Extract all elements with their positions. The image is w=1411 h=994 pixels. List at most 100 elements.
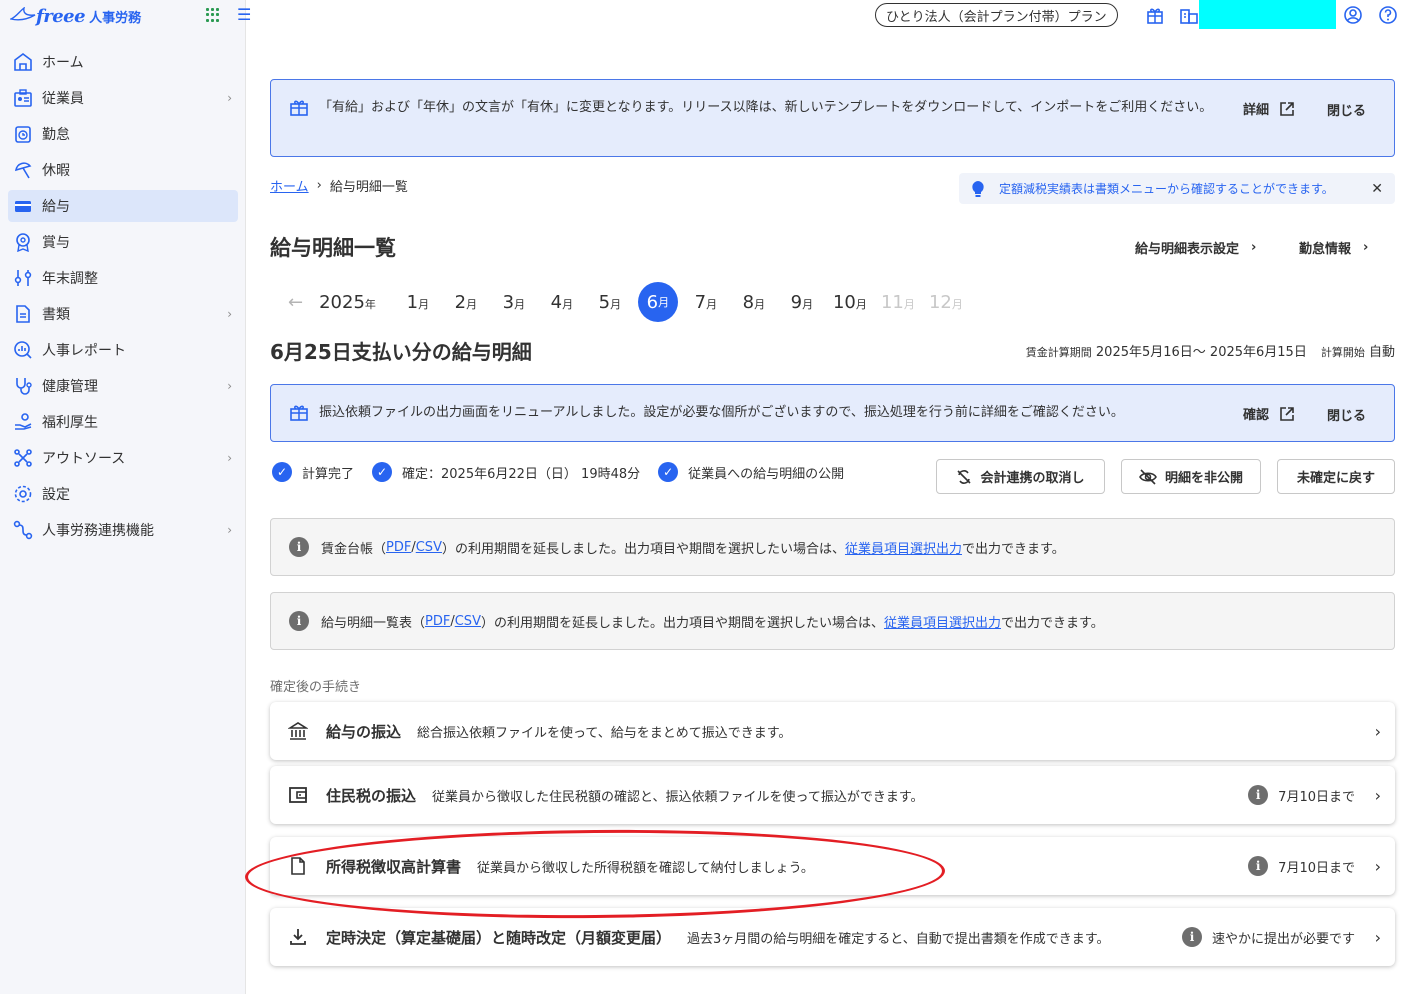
info-icon: i — [289, 537, 309, 557]
pdf-link[interactable]: PDF — [425, 614, 450, 629]
wallet-icon — [288, 785, 308, 805]
bonus-icon — [12, 231, 34, 253]
info-box-payslip-list: i 給与明細一覧表（ PDF / CSV ）の利用期間を延長しました。出力項目や期間を選… — [270, 592, 1395, 650]
banner-confirm-link[interactable]: 確認 — [1243, 404, 1295, 423]
sidebar-nav: ホーム 従業員 › 勤怠 休暇 給与 賞与 年末調整 書類 › 人事レポート 健… — [0, 46, 246, 550]
sidebar-item-label: 健康管理 — [42, 379, 98, 395]
revert-unconfirmed-button[interactable]: 未確定に戻す — [1277, 459, 1395, 494]
month-6-selected[interactable]: 6月 — [637, 282, 678, 322]
sidebar-item-payroll[interactable]: 給与 — [8, 190, 238, 222]
lightbulb-icon — [972, 180, 984, 197]
month-7[interactable]: 7月 — [682, 292, 730, 313]
payslip-title: 6月25日支払い分の給与明細 — [270, 340, 532, 364]
sidebar-item-label: 勤怠 — [42, 127, 70, 143]
banner-close-button[interactable]: 閉じる — [1327, 405, 1366, 424]
card-title: 所得税徴収高計算書 — [326, 857, 462, 876]
sidebar-item-label: 給与 — [42, 199, 70, 215]
attendance-info-link[interactable]: 勤怠情報 › — [1299, 238, 1368, 257]
gift-icon[interactable] — [1145, 5, 1165, 25]
sidebar-item-label: 福利厚生 — [42, 415, 98, 431]
card-salary-transfer[interactable]: 給与の振込 総合振込依頼ファイルを使って、給与をまとめて振込できます。 › — [270, 702, 1395, 760]
sidebar-item-home[interactable]: ホーム — [8, 46, 238, 78]
period-label: 賃金計算期間 — [1025, 346, 1092, 359]
sidebar-item-welfare[interactable]: 福利厚生 — [8, 406, 238, 438]
payroll-icon — [12, 195, 34, 217]
sidebar-item-employee[interactable]: 従業員 › — [8, 82, 238, 114]
card-income-tax[interactable]: 所得税徴収高計算書 従業員から徴収した所得税額を確認して納付しましょう。 i 7月… — [270, 837, 1395, 895]
banner-text: 「有給」および「年休」の文言が「有休」に変更となります。リリース以降は、新しいテ… — [319, 100, 1213, 115]
sidebar-item-label: 休暇 — [42, 163, 70, 179]
deadline: i 速やかに提出が必要です — [1181, 927, 1355, 947]
sidebar-item-attendance[interactable]: 勤怠 — [8, 118, 238, 150]
month-8[interactable]: 8月 — [730, 292, 778, 313]
sidebar-collapse-icon[interactable]: ☰ — [237, 5, 251, 24]
sidebar-item-settings[interactable]: 設定 — [8, 478, 238, 510]
month-10[interactable]: 10月 — [826, 292, 874, 313]
sidebar-item-label: ホーム — [42, 55, 84, 71]
month-2[interactable]: 2月 — [442, 292, 490, 313]
sidebar-item-vacation[interactable]: 休暇 — [8, 154, 238, 186]
gift-icon — [289, 97, 309, 121]
sidebar-item-bonus[interactable]: 賞与 — [8, 226, 238, 258]
month-4[interactable]: 4月 — [538, 292, 586, 313]
banner-detail-link[interactable]: 詳細 — [1243, 99, 1295, 118]
month-1[interactable]: 1月 — [394, 292, 442, 313]
close-icon[interactable]: ✕ — [1371, 181, 1383, 197]
hide-payslip-button[interactable]: 明細を非公開 — [1121, 459, 1261, 494]
check-icon: ✓ — [372, 462, 393, 482]
attendance-icon — [12, 123, 34, 145]
chevron-right-icon: › — [227, 91, 232, 105]
external-link-icon — [1280, 101, 1294, 116]
card-title: 住民税の振込 — [326, 786, 417, 805]
sidebar-item-outsource[interactable]: アウトソース › — [8, 442, 238, 474]
calc-period: 賃金計算期間 2025年5月16日～ 2025年6月15日 計算開始 自動 — [1026, 341, 1395, 360]
sidebar-item-report[interactable]: 人事レポート — [8, 334, 238, 366]
card-standard-remuneration[interactable]: 定時決定（算定基礎届）と随時改定（月額変更届） 過去3ヶ月間の給与明細を確定する… — [270, 908, 1395, 966]
month-3[interactable]: 3月 — [490, 292, 538, 313]
plan-chip[interactable]: ひとり法人（会計プラン付帯）プラン — [875, 3, 1118, 27]
year-label[interactable]: 2025年 — [319, 292, 376, 313]
chevron-right-icon: › — [1374, 856, 1381, 876]
pdf-link[interactable]: PDF — [386, 540, 411, 555]
notice-banner-transfer: 振込依頼ファイルの出力画面をリニューアルしました。設定が必要な個所がございますの… — [270, 384, 1395, 442]
chevron-right-icon: › — [1374, 785, 1381, 805]
gift-icon — [289, 402, 309, 426]
freee-logo[interactable]: freee 人事労務 — [10, 6, 141, 27]
help-icon[interactable] — [1378, 5, 1398, 25]
account-icon[interactable] — [1343, 5, 1363, 25]
section-label: 確定後の手続き — [270, 680, 362, 695]
check-icon: ✓ — [658, 462, 679, 482]
month-9[interactable]: 9月 — [778, 292, 826, 313]
month-selector: ← 2025年 1月 2月 3月 4月 5月 6月 7月 8月 9月 10月 1… — [288, 282, 970, 322]
month-5[interactable]: 5月 — [586, 292, 634, 313]
sidebar-item-integration[interactable]: 人事労務連携機能 › — [8, 514, 238, 546]
sidebar-item-label: 設定 — [42, 487, 70, 503]
employee-item-export-link[interactable]: 従業員項目選択出力 — [845, 538, 962, 557]
sidebar-item-documents[interactable]: 書類 › — [8, 298, 238, 330]
outsource-icon — [12, 447, 34, 469]
sidebar-item-health[interactable]: 健康管理 › — [8, 370, 238, 402]
card-desc: 総合振込依頼ファイルを使って、給与をまとめて振込できます。 — [417, 725, 792, 741]
payslip-settings-link[interactable]: 給与明細表示設定 › — [1135, 238, 1256, 257]
card-resident-tax[interactable]: 住民税の振込 従業員から徴収した住民税額の確認と、振込依頼ファイルを使って振込が… — [270, 766, 1395, 824]
csv-link[interactable]: CSV — [455, 614, 481, 629]
link-label: 給与明細表示設定 — [1135, 242, 1240, 257]
breadcrumb-current: 給与明細一覧 — [329, 180, 408, 195]
banner-link-label: 詳細 — [1243, 103, 1270, 118]
info-icon: i — [1181, 927, 1202, 947]
employee-item-export-link[interactable]: 従業員項目選択出力 — [884, 612, 1001, 631]
arrow-left-icon[interactable]: ← — [288, 292, 303, 313]
banner-close-button[interactable]: 閉じる — [1327, 100, 1366, 119]
unlink-accounting-button[interactable]: 会計連携の取消し — [936, 459, 1105, 494]
company-icon[interactable] — [1179, 5, 1199, 25]
chevron-right-icon: › — [316, 178, 322, 193]
csv-link[interactable]: CSV — [416, 540, 442, 555]
breadcrumb-home-link[interactable]: ホーム — [270, 176, 309, 195]
sidebar-item-year-end[interactable]: 年末調整 — [8, 262, 238, 294]
info-icon: i — [1248, 856, 1269, 876]
card-desc: 過去3ヶ月間の給与明細を確定すると、自動で提出書類を作成できます。 — [687, 931, 1110, 947]
sidebar-item-label: 書類 — [42, 307, 70, 323]
check-icon: ✓ — [272, 462, 292, 482]
report-icon — [12, 339, 34, 361]
app-switcher-icon[interactable] — [206, 8, 220, 22]
